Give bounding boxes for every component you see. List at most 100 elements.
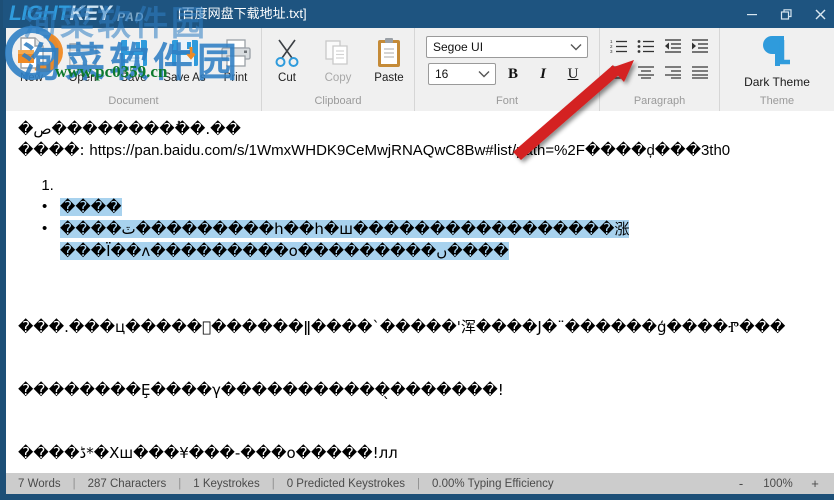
new-button[interactable]: New [6, 32, 57, 90]
ribbon-group-clipboard: Cut Copy Paste Clipboard [261, 28, 414, 111]
align-center-button[interactable] [634, 63, 659, 86]
list-item: ����ٽ���������h��h�ш�����������������涨 �… [42, 218, 824, 263]
font-group-label: Font [495, 95, 518, 107]
ribbon-group-theme: Dark Theme Theme [719, 28, 834, 111]
document-paragraph-line-3: ����ڈ*�Xш���¥���-���о�����!лл [18, 444, 398, 462]
underline-label: U [567, 65, 579, 82]
paragraph-group-label: Paragraph [633, 95, 686, 107]
paragraph-controls: 1 2 3 [601, 28, 719, 94]
word-count: 7 Words [18, 477, 61, 490]
title-bar: LIGHTKEY PAD [百度网盘下载地址.txt] [3, 0, 834, 28]
dark-theme-button[interactable]: Dark Theme [730, 31, 824, 91]
typing-efficiency: 0.00% Typing Efficiency [431, 477, 554, 490]
theme-controls: Dark Theme [724, 28, 830, 94]
document-title: [百度网盘下载地址.txt] [178, 6, 307, 21]
clipboard-buttons: Cut Copy Paste [256, 28, 421, 94]
align-justify-button[interactable] [688, 63, 713, 86]
ribbon-group-paragraph: 1 2 3 Paragraph [599, 28, 719, 111]
app-logo-key: KEY [69, 2, 112, 25]
font-family-value: Segoe UI [433, 40, 484, 54]
scissors-icon [273, 35, 301, 71]
document-paragraph-line-2: ��������Ȩ����γ�����������̖�������! [18, 381, 504, 399]
font-size-value: 16 [435, 67, 449, 81]
save-button-label: Save [120, 72, 147, 84]
open-button[interactable]: Open [57, 32, 108, 90]
align-right-button[interactable] [661, 63, 686, 86]
selected-text-bullet-2-line-1: ����ٽ���������h��h�ш�����������������涨 [60, 220, 630, 238]
baidu-pan-url: https://pan.baidu.com/s/1WmxWHDK9CeMwjRN… [89, 142, 731, 159]
svg-text:3: 3 [610, 49, 613, 54]
document-line-2-prefix: ����: [18, 141, 90, 159]
list-item: ���� [42, 196, 824, 219]
save-as-button-label: Save As [163, 72, 206, 84]
document-group-label: Document [108, 95, 159, 107]
restore-button[interactable] [769, 0, 803, 28]
print-button[interactable]: Print [210, 32, 261, 90]
copy-pages-icon [323, 35, 353, 71]
bulleted-list: ���� ����ٽ���������h��h�ш���������������… [18, 196, 824, 263]
theme-group-label: Theme [759, 95, 795, 107]
zoom-level-value: 100% [763, 477, 793, 490]
bulleted-list-icon [637, 38, 655, 59]
dark-theme-label: Dark Theme [744, 74, 810, 89]
selected-text-bullet-2-line-2: ���Ϊ��ʌ���������о���������ں���� [60, 242, 509, 260]
document-buttons: New Open Save Save As Print [0, 28, 267, 94]
open-folder-icon [67, 35, 99, 71]
chevron-down-icon [473, 70, 495, 78]
bold-label: B [507, 65, 518, 82]
zoom-in-button[interactable]: + [802, 476, 828, 491]
align-center-icon [637, 65, 655, 84]
align-right-icon [664, 65, 682, 84]
paste-button-label: Paste [374, 72, 404, 84]
ribbon-group-document: New Open Save Save As Print Document [6, 28, 261, 111]
new-document-icon [17, 35, 47, 71]
floppy-disk-icon [119, 35, 149, 71]
ribbon-toolbar: New Open Save Save As Print Document Cut… [6, 28, 834, 111]
new-button-label: New [19, 72, 43, 84]
italic-button[interactable]: I [530, 62, 556, 86]
close-button[interactable] [803, 0, 834, 28]
document-line-2: ����: https://pan.baidu.com/s/1WmxWHDK9C… [18, 140, 824, 161]
decrease-indent-button[interactable] [661, 37, 686, 60]
underline-button[interactable]: U [560, 62, 586, 86]
zoom-controls: - 100% + [728, 476, 834, 491]
zoom-out-button[interactable]: - [728, 476, 754, 491]
font-family-select[interactable]: Segoe UI [426, 36, 588, 58]
increase-indent-icon [691, 38, 709, 59]
lightkey-pad-window: LIGHTKEY PAD [百度网盘下载地址.txt] New Open Sav… [0, 0, 834, 500]
ordered-list [18, 175, 824, 197]
copy-button[interactable]: Copy [313, 32, 364, 90]
floppy-disk-arrow-icon [170, 35, 200, 71]
document-paragraph: ���.���ц�����ͣ������ǁ����`�����'浑����Ϳ�¨… [18, 275, 824, 476]
increase-indent-button[interactable] [688, 37, 713, 60]
cut-button[interactable]: Cut [262, 32, 313, 90]
bulleted-list-button[interactable] [634, 37, 659, 60]
paste-button[interactable]: Paste [364, 32, 415, 90]
copy-button-label: Copy [324, 72, 352, 84]
font-controls: Segoe UI 16 B I U [418, 28, 596, 94]
font-size-and-style-row: 16 B I U [428, 62, 586, 86]
selected-text-bullet-1: ���� [60, 198, 122, 216]
document-paragraph-line-1: ���.���ц�����ͣ������ǁ����`�����'浑����Ϳ�¨… [18, 318, 786, 336]
list-indent-row: 1 2 3 [607, 37, 713, 60]
font-size-select[interactable]: 16 [428, 63, 496, 85]
printer-icon [220, 35, 252, 71]
chevron-down-icon [565, 43, 587, 51]
alignment-row [607, 63, 713, 86]
minimize-button[interactable] [735, 0, 769, 28]
align-left-button[interactable] [607, 63, 632, 86]
save-button[interactable]: Save [108, 32, 159, 90]
numbered-list-button[interactable]: 1 2 3 [607, 37, 632, 60]
app-logo: LIGHTKEY PAD [9, 1, 169, 27]
list-item [58, 175, 824, 197]
clipboard-icon [375, 35, 403, 71]
app-logo-text: LIGHTKEY [9, 1, 169, 27]
predicted-keystroke-count: 0 Predicted Keystrokes [286, 477, 405, 490]
keystroke-count: 1 Keystrokes [193, 477, 260, 490]
save-as-button[interactable]: Save As [159, 32, 210, 90]
print-button-label: Print [223, 72, 248, 84]
document-line-1: �ص���������ُ�.�� [18, 120, 241, 138]
open-button-label: Open [68, 72, 97, 84]
bold-button[interactable]: B [500, 62, 526, 86]
text-editor-area[interactable]: �ص���������ُ�.�� ����: https://pan.baidu… [6, 111, 834, 476]
